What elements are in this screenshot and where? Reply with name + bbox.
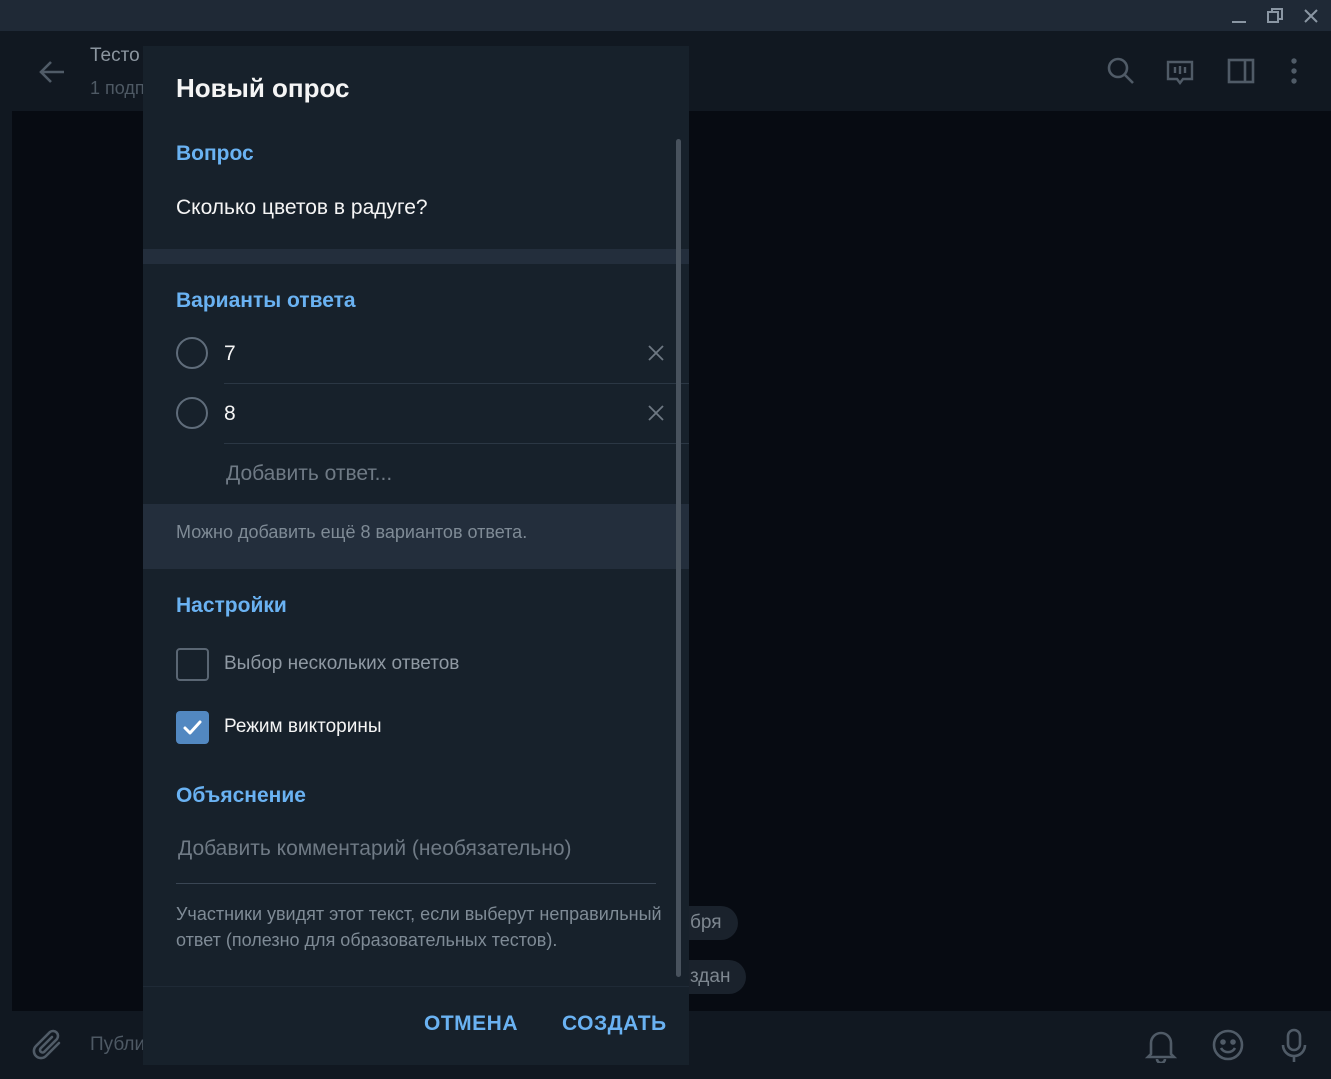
restore-icon[interactable] (1263, 4, 1287, 28)
quiz-mode-checkbox[interactable] (176, 711, 209, 744)
chat-title: Тесто (90, 45, 140, 66)
left-strip (0, 111, 12, 1079)
cancel-button[interactable]: ОТМЕНА (424, 1012, 518, 1036)
answer-input-2[interactable]: 8 (224, 402, 236, 426)
question-input[interactable]: Сколько цветов в радуге? (176, 196, 428, 220)
quiz-mode-label[interactable]: Режим викторины (224, 716, 381, 738)
remove-answer-icon[interactable] (646, 343, 666, 363)
attach-icon[interactable] (30, 1027, 66, 1063)
explanation-hint: Участники увидят этот текст, если выберу… (176, 904, 662, 950)
window-titlebar (0, 0, 1331, 31)
search-icon[interactable] (1106, 56, 1136, 86)
chat-subtitle: 1 подп (90, 78, 145, 98)
checkmark-icon (183, 720, 202, 735)
emoji-icon[interactable] (1210, 1027, 1246, 1063)
answers-section-label: Варианты ответа (176, 289, 356, 312)
correct-answer-radio-1[interactable] (176, 337, 208, 369)
create-button[interactable]: СОЗДАТЬ (562, 1012, 667, 1036)
minimize-icon[interactable] (1227, 4, 1251, 28)
explanation-input[interactable]: Добавить комментарий (необязательно) (178, 837, 572, 861)
dialog-title: Новый опрос (176, 73, 350, 103)
correct-answer-radio-2[interactable] (176, 397, 208, 429)
multiple-answers-label[interactable]: Выбор нескольких ответов (224, 653, 459, 675)
explanation-underline (176, 883, 656, 884)
question-section-label: Вопрос (176, 142, 254, 165)
multiple-answers-checkbox[interactable] (176, 648, 209, 681)
settings-section-label: Настройки (176, 594, 287, 617)
new-poll-dialog: Новый опрос Вопрос Сколько цветов в раду… (143, 46, 689, 1065)
compose-input[interactable]: Публи (90, 1034, 145, 1056)
answer-input-1[interactable]: 7 (224, 342, 236, 366)
live-stream-icon[interactable] (1164, 56, 1196, 88)
remove-answer-icon[interactable] (646, 403, 666, 423)
bell-icon[interactable] (1144, 1027, 1178, 1065)
back-arrow-icon[interactable] (36, 56, 68, 88)
answer-divider (224, 383, 689, 384)
answers-hint: Можно добавить ещё 8 вариантов ответа. (176, 522, 528, 542)
footer-separator (143, 986, 689, 987)
explanation-section-label: Объяснение (176, 784, 306, 807)
more-icon[interactable] (1282, 56, 1306, 86)
add-answer-input[interactable]: Добавить ответ... (226, 462, 392, 486)
microphone-icon[interactable] (1278, 1027, 1310, 1065)
dialog-scrollbar[interactable] (676, 139, 681, 977)
answer-divider (224, 443, 689, 444)
close-window-icon[interactable] (1299, 4, 1323, 28)
sidebar-toggle-icon[interactable] (1226, 56, 1256, 86)
section-separator (143, 249, 689, 264)
